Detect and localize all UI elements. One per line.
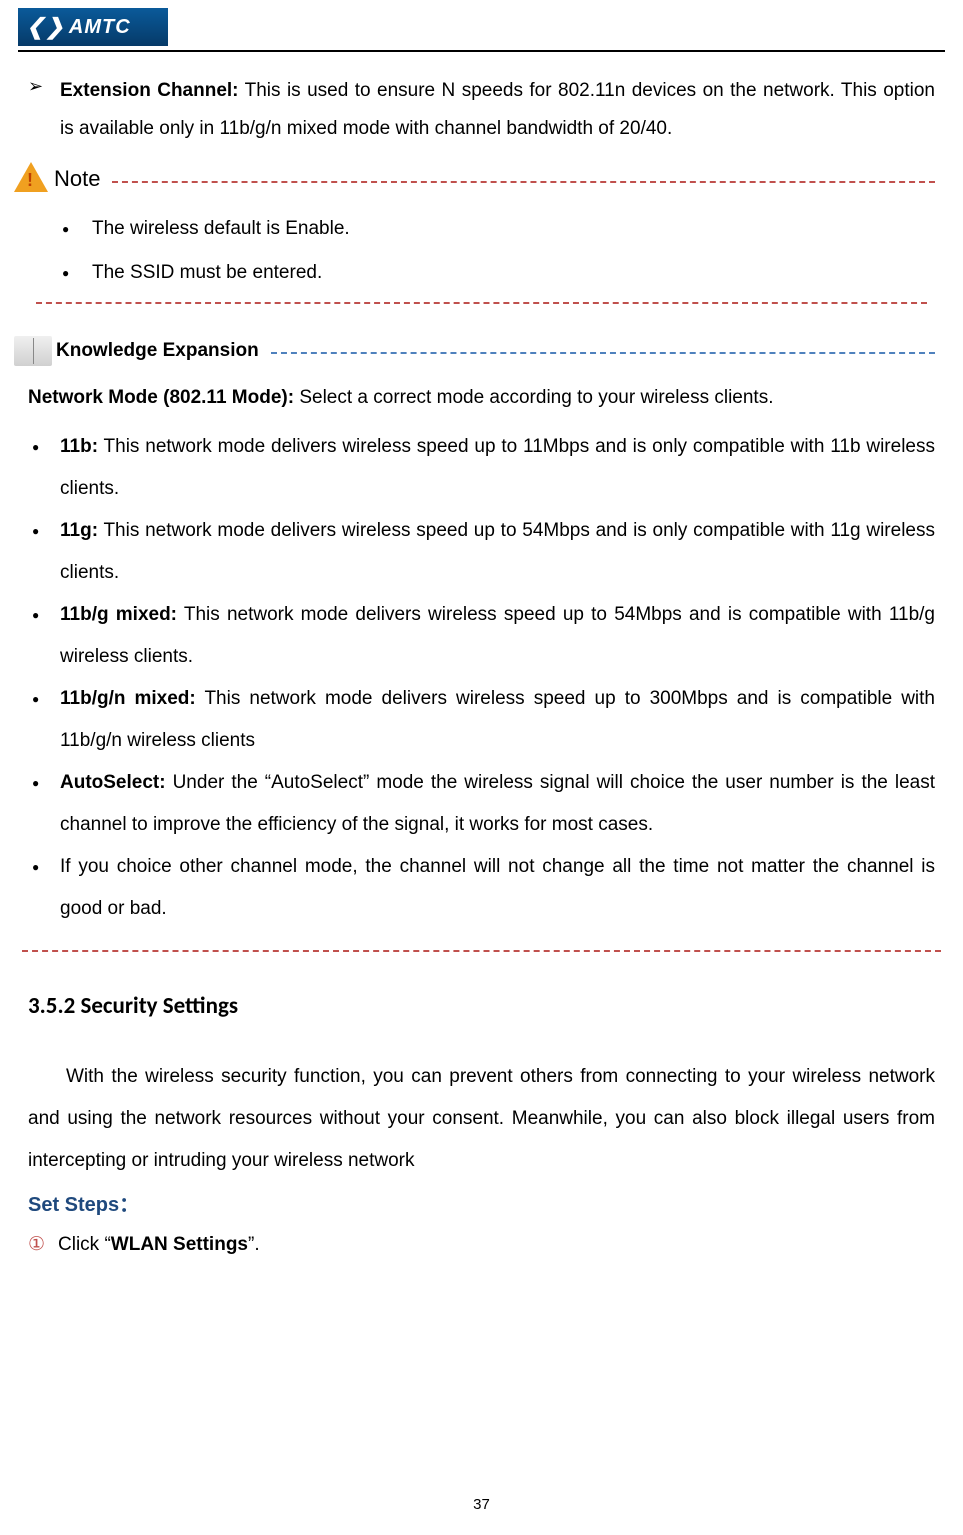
mode-label: 11b/g mixed: xyxy=(60,604,177,625)
step-prefix: Click “ xyxy=(58,1234,111,1255)
logo-symbol-icon: ❮❯ xyxy=(26,14,65,40)
mode-item: 11g: This network mode delivers wireless… xyxy=(28,510,935,594)
note-list: The wireless default is Enable. The SSID… xyxy=(28,210,935,292)
header-logo-bar: ❮❯ AMTC xyxy=(0,0,963,50)
mode-item: AutoSelect: Under the “AutoSelect” mode … xyxy=(28,762,935,846)
step-text: Click “WLAN Settings”. xyxy=(58,1227,260,1263)
section-heading: 3.5.2 Security Settings xyxy=(28,992,935,1020)
dash-divider xyxy=(22,950,941,952)
extension-channel-item: ➢ Extension Channel: This is used to ens… xyxy=(28,72,935,148)
note-label: Note xyxy=(54,166,100,192)
knowledge-header: Knowledge Expansion xyxy=(28,336,935,366)
mode-desc: This network mode delivers wireless spee… xyxy=(60,520,935,583)
mode-label: 11b/g/n mixed: xyxy=(60,688,196,709)
dash-divider xyxy=(36,302,927,304)
note-item: The SSID must be entered. xyxy=(62,254,935,292)
chevron-right-icon: ➢ xyxy=(28,72,60,148)
mode-desc: If you choice other channel mode, the ch… xyxy=(60,856,935,919)
security-paragraph: With the wireless security function, you… xyxy=(28,1056,935,1182)
mode-desc: This network mode delivers wireless spee… xyxy=(60,604,935,667)
knowledge-label: Knowledge Expansion xyxy=(56,340,259,362)
note-header: Note xyxy=(28,162,935,196)
logo-text: AMTC xyxy=(69,16,131,39)
mode-item: If you choice other channel mode, the ch… xyxy=(28,846,935,930)
knowledge-dash-line xyxy=(271,352,935,354)
step-bold: WLAN Settings xyxy=(111,1234,248,1255)
step-suffix: ”. xyxy=(248,1234,260,1255)
step-number-icon: ① xyxy=(28,1227,58,1263)
page-number: 37 xyxy=(0,1496,963,1513)
note-item: The wireless default is Enable. xyxy=(62,210,935,248)
step-row: ① Click “WLAN Settings”. xyxy=(28,1227,935,1263)
network-mode-label: Network Mode (802.11 Mode): xyxy=(28,387,294,408)
extension-channel-text: Extension Channel: This is used to ensur… xyxy=(60,72,935,148)
header-divider xyxy=(18,50,945,52)
warning-icon xyxy=(14,162,52,196)
mode-label: AutoSelect: xyxy=(60,772,166,793)
mode-label: 11g: xyxy=(60,520,98,541)
set-steps-label: Set Steps： xyxy=(28,1188,935,1217)
network-mode-intro: Network Mode (802.11 Mode): Select a cor… xyxy=(28,382,935,414)
mode-desc: Under the “AutoSelect” mode the wireless… xyxy=(60,772,935,835)
mode-label: 11b: xyxy=(60,436,98,457)
note-dash-line xyxy=(112,181,935,183)
brand-logo: ❮❯ AMTC xyxy=(18,8,168,46)
mode-list: 11b: This network mode delivers wireless… xyxy=(28,426,935,930)
mode-item: 11b/g mixed: This network mode delivers … xyxy=(28,594,935,678)
mode-item: 11b/g/n mixed: This network mode deliver… xyxy=(28,678,935,762)
extension-channel-label: Extension Channel: xyxy=(60,80,239,101)
page-content: ➢ Extension Channel: This is used to ens… xyxy=(0,72,963,1263)
mode-desc: This network mode delivers wireless spee… xyxy=(60,436,935,499)
book-icon xyxy=(14,336,52,366)
mode-item: 11b: This network mode delivers wireless… xyxy=(28,426,935,510)
network-mode-desc: Select a correct mode according to your … xyxy=(294,387,773,408)
